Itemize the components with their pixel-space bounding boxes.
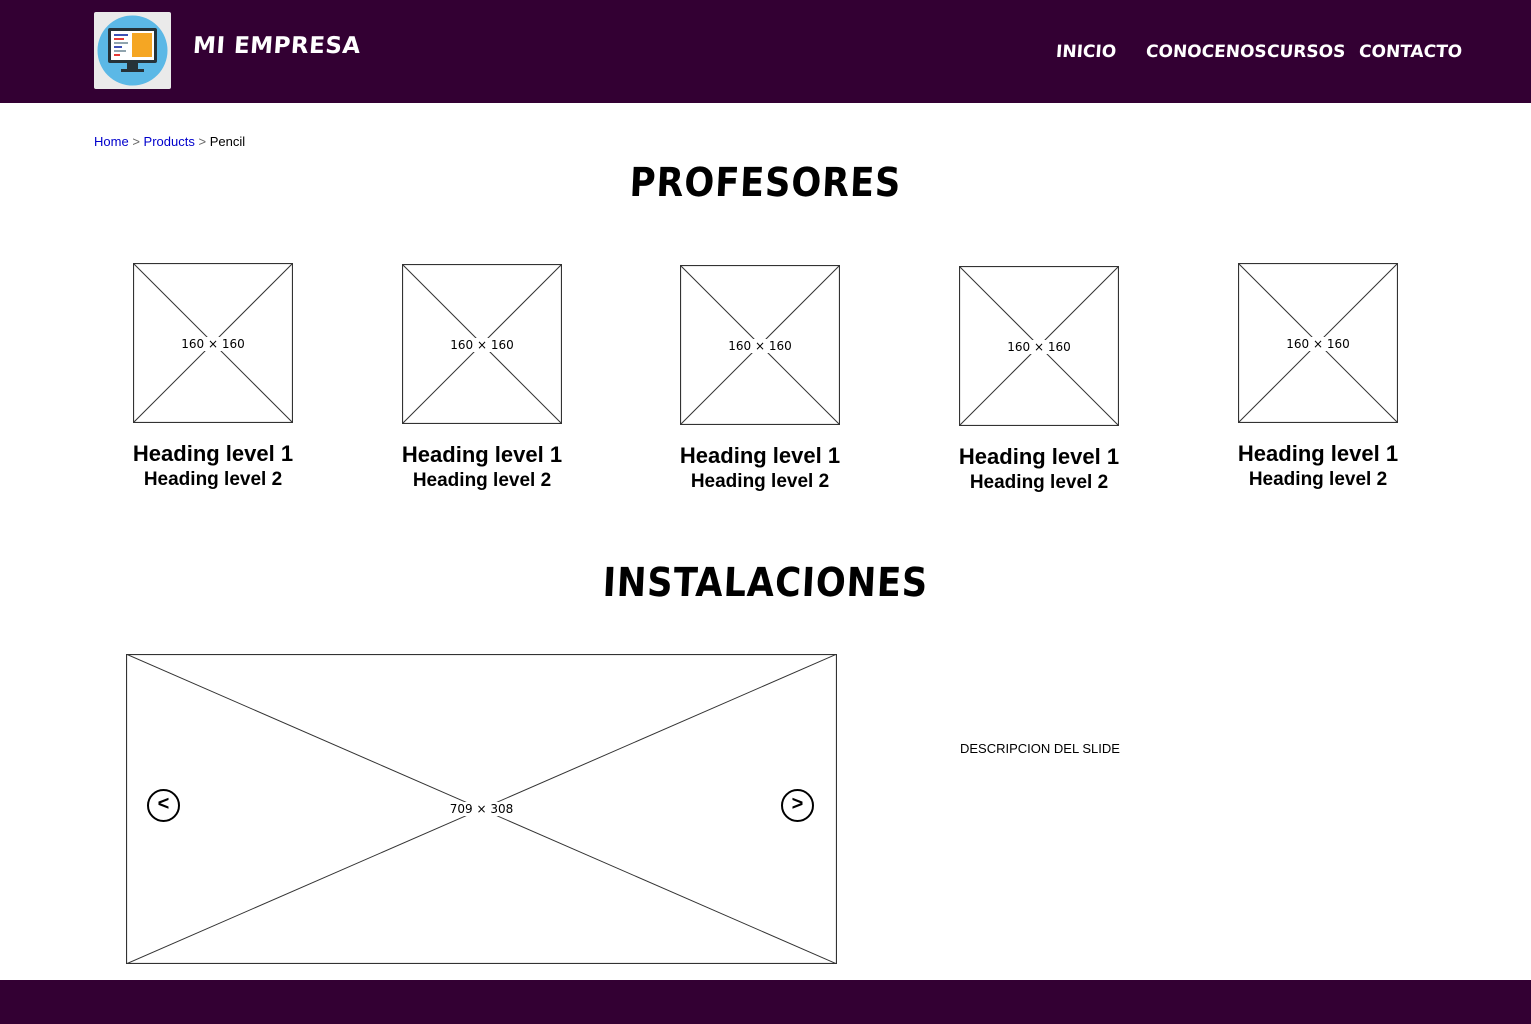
section-title-profesores: PROFESORES	[628, 160, 903, 206]
placeholder-label: 160 × 160	[726, 339, 794, 353]
teacher-name: Heading level 1	[679, 443, 841, 468]
breadcrumb-separator: >	[198, 134, 207, 149]
slider-next-button[interactable]: >	[781, 789, 814, 822]
nav-inicio[interactable]: INICIO	[1055, 42, 1117, 62]
header: MI EMPRESA INICIO CONOCENOS CURSOS CONTA…	[0, 0, 1531, 103]
nav-contacto[interactable]: CONTACTO	[1358, 42, 1463, 62]
teacher-name: Heading level 1	[1237, 441, 1399, 466]
breadcrumb: Home > Products > Pencil	[94, 134, 245, 149]
placeholder-label: 160 × 160	[448, 338, 516, 352]
footer	[0, 980, 1531, 1024]
teacher-name: Heading level 1	[401, 442, 563, 467]
breadcrumb-products[interactable]: Products	[144, 134, 195, 149]
teacher-subtitle: Heading level 2	[412, 470, 552, 491]
slider-prev-button[interactable]: <	[147, 789, 180, 822]
slide-description: DESCRIPCION DEL SLIDE	[960, 741, 1120, 756]
teacher-subtitle: Heading level 2	[690, 471, 830, 492]
teacher-name: Heading level 1	[132, 441, 294, 466]
monitor-icon	[97, 15, 168, 86]
nav-cursos[interactable]: CURSOS	[1266, 42, 1346, 62]
breadcrumb-current: Pencil	[209, 134, 246, 149]
section-title-instalaciones: INSTALACIONES	[601, 560, 930, 606]
nav-conocenos[interactable]: CONOCENOS	[1145, 42, 1267, 62]
logo[interactable]	[94, 12, 171, 89]
brand-name: MI EMPRESA	[192, 33, 362, 59]
teacher-subtitle: Heading level 2	[1248, 469, 1388, 490]
placeholder-label: 160 × 160	[179, 337, 247, 351]
teacher-subtitle: Heading level 2	[143, 469, 283, 490]
breadcrumb-separator: >	[132, 134, 140, 149]
image-slider[interactable]: 709 × 308 < >	[126, 654, 837, 964]
placeholder-label: 160 × 160	[1005, 340, 1073, 354]
placeholder-label: 160 × 160	[1284, 337, 1352, 351]
teacher-subtitle: Heading level 2	[969, 472, 1109, 493]
breadcrumb-home[interactable]: Home	[94, 134, 129, 149]
placeholder-label: 709 × 308	[447, 802, 516, 816]
teacher-name: Heading level 1	[958, 444, 1120, 469]
